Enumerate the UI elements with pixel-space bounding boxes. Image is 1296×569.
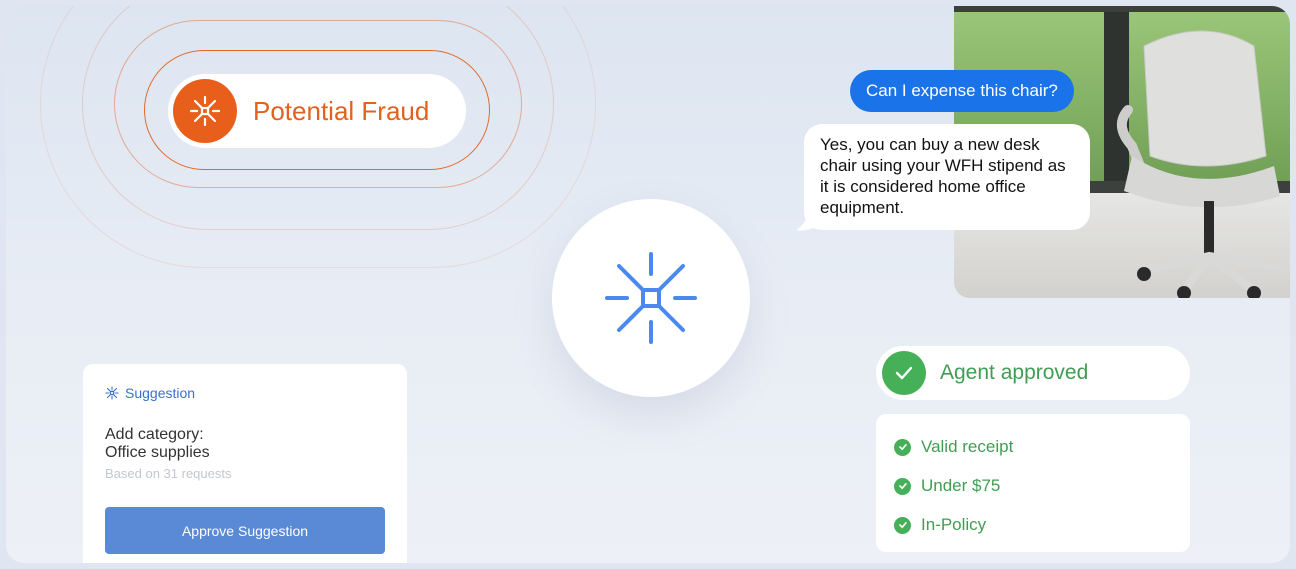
user-message-bubble: Can I expense this chair? [850,70,1074,112]
approval-status: Agent approved [940,361,1089,384]
check-label: Valid receipt [921,437,1014,456]
suggestion-heading: Suggestion [125,385,196,401]
approve-suggestion-button[interactable]: Approve Suggestion [105,507,385,554]
agent-reply-bubble: Yes, you can buy a new desk chair using … [804,124,1090,230]
fraud-label: Potential Fraud [253,95,430,126]
check-label: Under $75 [921,476,1001,495]
suggestion-header: Suggestion [105,385,195,401]
check-label: In-Policy [921,515,987,534]
fraud-badge [173,79,237,143]
check-item: In-Policy [894,515,986,535]
center-sparkle-badge [552,199,750,397]
check-circle-icon [882,351,926,395]
check-icon [894,477,911,495]
sparkle-icon [105,386,119,400]
suggestion-text-line2: Office supplies [105,444,210,461]
fraud-alert-pill[interactable]: Potential Fraud [168,74,466,148]
suggestion-text-line1: Add category: [105,426,204,443]
suggestion-card: Suggestion Add category: Office supplies… [83,364,407,563]
sparkle-icon [189,95,221,127]
suggestion-note: Based on 31 requests [105,466,232,481]
agent-approved-pill: Agent approved [876,346,1190,400]
check-item: Under $75 [894,476,1000,496]
check-icon [894,516,911,534]
check-item: Valid receipt [894,437,1013,457]
hero-canvas: Potential Fraud Can I expense this chair… [6,6,1290,563]
approval-checklist: Valid receipt Under $75 In-Policy [876,414,1190,552]
sparkle-icon [605,252,697,344]
check-icon [894,438,911,456]
